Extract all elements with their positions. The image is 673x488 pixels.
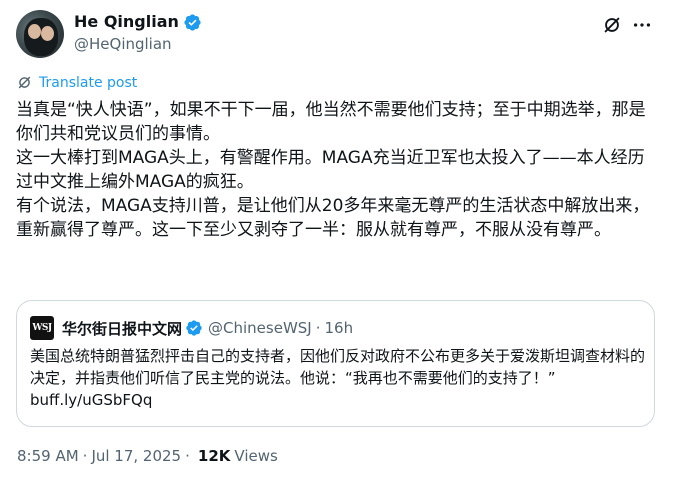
quoted-avatar: WSJ [30,316,54,340]
quoted-post-text: 美国总统特朗普猛烈抨击自己的支持者，因他们反对政府不公布更多关于爱泼斯坦调查材料… [30,347,646,409]
avatar-face-left [28,24,41,39]
post-time[interactable]: 8:59 AM [17,447,79,465]
post-text: 当真是“快人快语”，如果不干下一届，他当然不需要他们支持；至于中期选举，那是你们… [16,98,652,242]
post-paragraph: 这一大棒打到MAGA头上，有警醒作用。MAGA充当近卫军也太投入了——本人经历过… [16,148,645,192]
quoted-display-name: 华尔街日报中文网 [62,319,183,338]
quoted-timestamp: 16h [324,319,354,337]
avatar-face-right [41,26,54,41]
views-label: Views [234,447,278,465]
verified-badge-icon[interactable] [183,13,202,32]
more-icon[interactable] [631,14,653,36]
name-row: He Qinglian [74,10,202,34]
quoted-post[interactable]: WSJ 华尔街日报中文网 @ChineseWSJ · 16h 美国总统特朗普猛烈… [16,300,655,427]
meta-separator: · [82,447,88,465]
quoted-post-header: WSJ 华尔街日报中文网 @ChineseWSJ · 16h [30,316,354,340]
post-date[interactable]: Jul 17, 2025 [91,447,181,465]
grok-icon[interactable] [601,14,623,36]
views-count[interactable]: 12K [198,447,231,465]
translate-icon [18,76,31,89]
translate-post-link[interactable]: Translate post [16,74,137,91]
display-name[interactable]: He Qinglian [74,12,179,32]
post-paragraph: 有个说法，MAGA支持川普，是让他们从20多年来毫无尊严的生活状态中解放出来，重… [16,196,650,240]
post-paragraph: 当真是“快人快语”，如果不干下一届，他当然不需要他们支持；至于中期选举，那是你们… [16,100,646,144]
translate-label: Translate post [39,74,138,91]
avatar[interactable] [16,10,64,58]
meta-separator: · [185,447,190,465]
post-header: He Qinglian @HeQinglian [16,10,657,60]
quoted-separator: · [315,319,321,337]
post-meta: 8:59 AM · Jul 17, 2025 · 12K Views [17,447,278,465]
handle[interactable]: @HeQinglian [74,34,172,54]
verified-badge-icon [186,320,202,336]
quoted-handle: @ChineseWSJ [208,319,312,337]
